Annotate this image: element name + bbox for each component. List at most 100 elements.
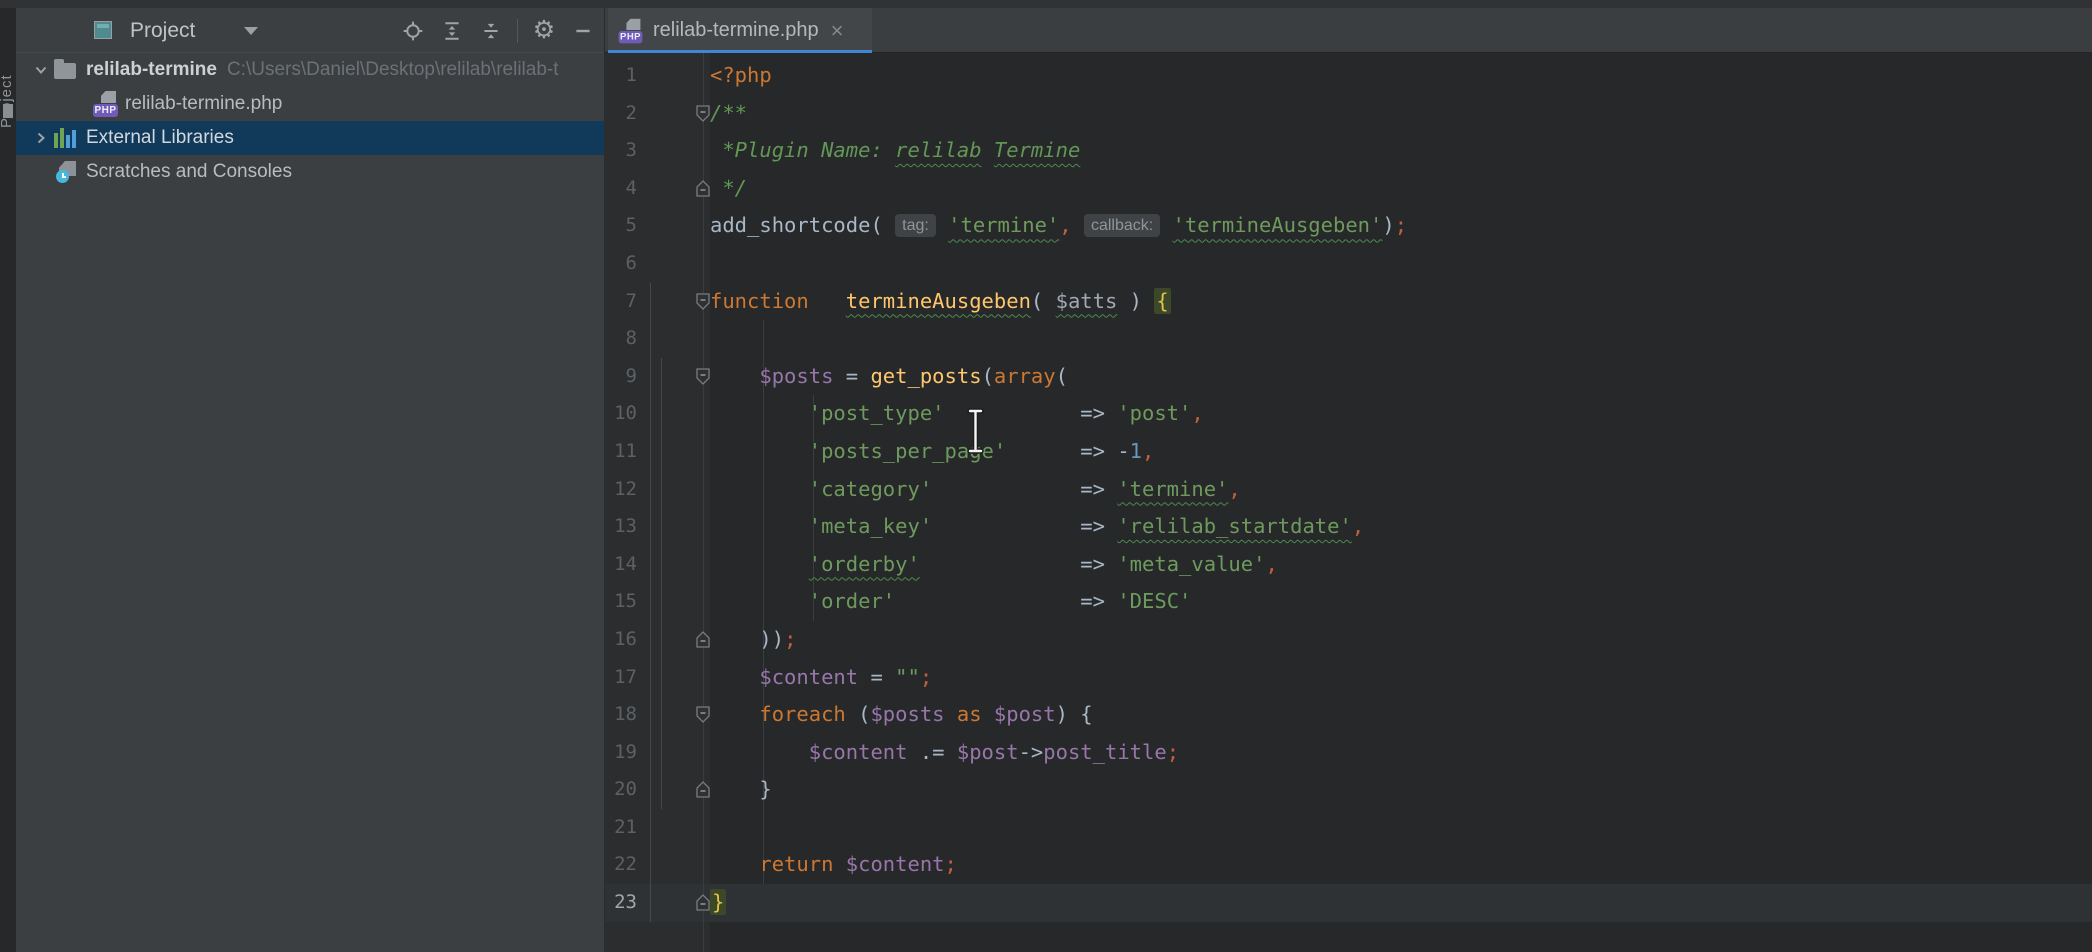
tool-strip-icon[interactable] [3,104,13,118]
code-text: )); [710,621,2092,659]
line-number: 14 [605,546,643,584]
code-line[interactable]: 18 foreach ($posts as $post) { [605,696,2092,734]
code-text: } [710,771,2092,809]
line-number: 9 [605,358,643,396]
tree-item-label: External Libraries [86,127,234,149]
code-line[interactable]: 9 $posts = get_posts(array( [605,358,2092,396]
line-number: 3 [605,132,643,170]
collapse-all-icon[interactable] [478,18,504,44]
fold-marker-end[interactable] [643,621,710,659]
code-text: 'posts_per_page' => -1, [710,433,2092,471]
fold-spacer [643,508,710,546]
fold-spacer [643,245,710,283]
tree-item-relilab-termine-php[interactable]: PHP relilab-termine.php [16,87,604,121]
line-number: 1 [605,57,643,95]
locate-icon[interactable] [400,18,426,44]
line-number: 5 [605,207,643,245]
code-line[interactable]: 5 add_shortcode( tag: 'termine', callback… [605,207,2092,245]
code-line[interactable]: 6 [605,245,2092,283]
line-number: 6 [605,245,643,283]
code-text: 'post_type' => 'post', [710,395,2092,433]
window-top-strip [0,0,2092,8]
fold-spacer [643,320,710,358]
code-line[interactable]: 22 return $content; [605,846,2092,884]
tree-item-label: relilab-termine [86,59,217,81]
code-line[interactable]: 11 'posts_per_page' => -1, [605,433,2092,471]
fold-marker-start[interactable] [643,283,710,321]
fold-spacer [643,471,710,509]
chevron-down-icon[interactable] [28,62,54,78]
code-editor[interactable]: 1<?php2/**3 *Plugin Name: relilab Termin… [605,53,2092,952]
code-line[interactable]: 15 'order' => 'DESC' [605,583,2092,621]
php-file-icon: PHP [619,18,643,43]
fold-marker-end[interactable] [643,771,710,809]
line-number: 22 [605,846,643,884]
code-text [710,245,2092,283]
tab-close-icon[interactable]: × [831,21,844,41]
fold-spacer [643,132,710,170]
parameter-hint: tag: [895,214,936,237]
fold-marker-end[interactable] [643,884,710,922]
hide-icon[interactable] [570,18,596,44]
tree-item-external-libraries[interactable]: External Libraries [16,121,604,155]
folder-icon [54,63,76,79]
code-line[interactable]: 3 *Plugin Name: relilab Termine [605,132,2092,170]
fold-marker-start[interactable] [643,696,710,734]
tab-title[interactable]: relilab-termine.php [653,19,819,42]
line-number: 4 [605,170,643,208]
line-number: 18 [605,696,643,734]
line-number: 8 [605,320,643,358]
code-line[interactable]: 13 'meta_key' => 'relilab_startdate', [605,508,2092,546]
code-text: *Plugin Name: relilab Termine [710,132,2092,170]
expand-all-icon[interactable] [439,18,465,44]
line-number: 7 [605,283,643,321]
code-line[interactable]: 12 'category' => 'termine', [605,471,2092,509]
tool-window-strip: Project [0,8,16,952]
chevron-right-icon[interactable] [28,130,54,146]
code-line[interactable]: 14 'orderby' => 'meta_value', [605,546,2092,584]
project-panel-title[interactable]: Project [130,8,195,53]
code-line[interactable]: 21 [605,809,2092,847]
fold-spacer [643,395,710,433]
line-number: 16 [605,621,643,659]
fold-marker-start[interactable] [643,95,710,133]
code-text: add_shortcode( tag: 'termine', callback:… [710,207,2092,245]
line-number: 12 [605,471,643,509]
fold-spacer [643,207,710,245]
code-line[interactable]: 16 )); [605,621,2092,659]
tree-item-scratches-and-consoles[interactable]: Scratches and Consoles [16,155,604,189]
php-file-icon: PHP [93,91,118,117]
code-line[interactable]: 4 */ [605,170,2092,208]
code-text: 'order' => 'DESC' [710,583,2092,621]
code-lines: 1<?php2/**3 *Plugin Name: relilab Termin… [605,53,2092,922]
code-text: /** [710,95,2092,133]
code-line[interactable]: 23} [605,884,2092,922]
code-text: function termineAusgeben( $atts ) { [710,283,2092,321]
fold-marker-end[interactable] [643,170,710,208]
tree-item-path: C:\Users\Daniel\Desktop\relilab\relilab-… [227,59,559,81]
code-text: $content = ""; [710,659,2092,697]
code-text [710,809,2092,847]
code-text: 'orderby' => 'meta_value', [710,546,2092,584]
code-line[interactable]: 8 [605,320,2092,358]
code-line[interactable]: 20 } [605,771,2092,809]
tree-item-label: relilab-termine.php [125,93,282,115]
code-line[interactable]: 19 $content .= $post->post_title; [605,734,2092,772]
code-line[interactable]: 1<?php [605,57,2092,95]
chevron-down-icon[interactable] [244,27,258,35]
project-tree: relilab-termine C:\Users\Daniel\Desktop\r… [16,53,604,189]
settings-icon[interactable]: ⚙ [531,18,557,44]
tree-item-relilab-termine[interactable]: relilab-termine C:\Users\Daniel\Desktop\r… [16,53,604,87]
line-number: 11 [605,433,643,471]
code-text: 'meta_key' => 'relilab_startdate', [710,508,2092,546]
code-text [710,320,2092,358]
fold-spacer [643,809,710,847]
fold-marker-start[interactable] [643,358,710,396]
code-line[interactable]: 10 'post_type' => 'post', [605,395,2092,433]
code-line[interactable]: 17 $content = ""; [605,659,2092,697]
code-line[interactable]: 7 function termineAusgeben( $atts ) { [605,283,2092,321]
editor-tab-bar: PHP relilab-termine.php × [605,8,2092,53]
editor-tab[interactable]: PHP relilab-termine.php × [608,8,872,53]
line-number: 21 [605,809,643,847]
code-line[interactable]: 2/** [605,95,2092,133]
